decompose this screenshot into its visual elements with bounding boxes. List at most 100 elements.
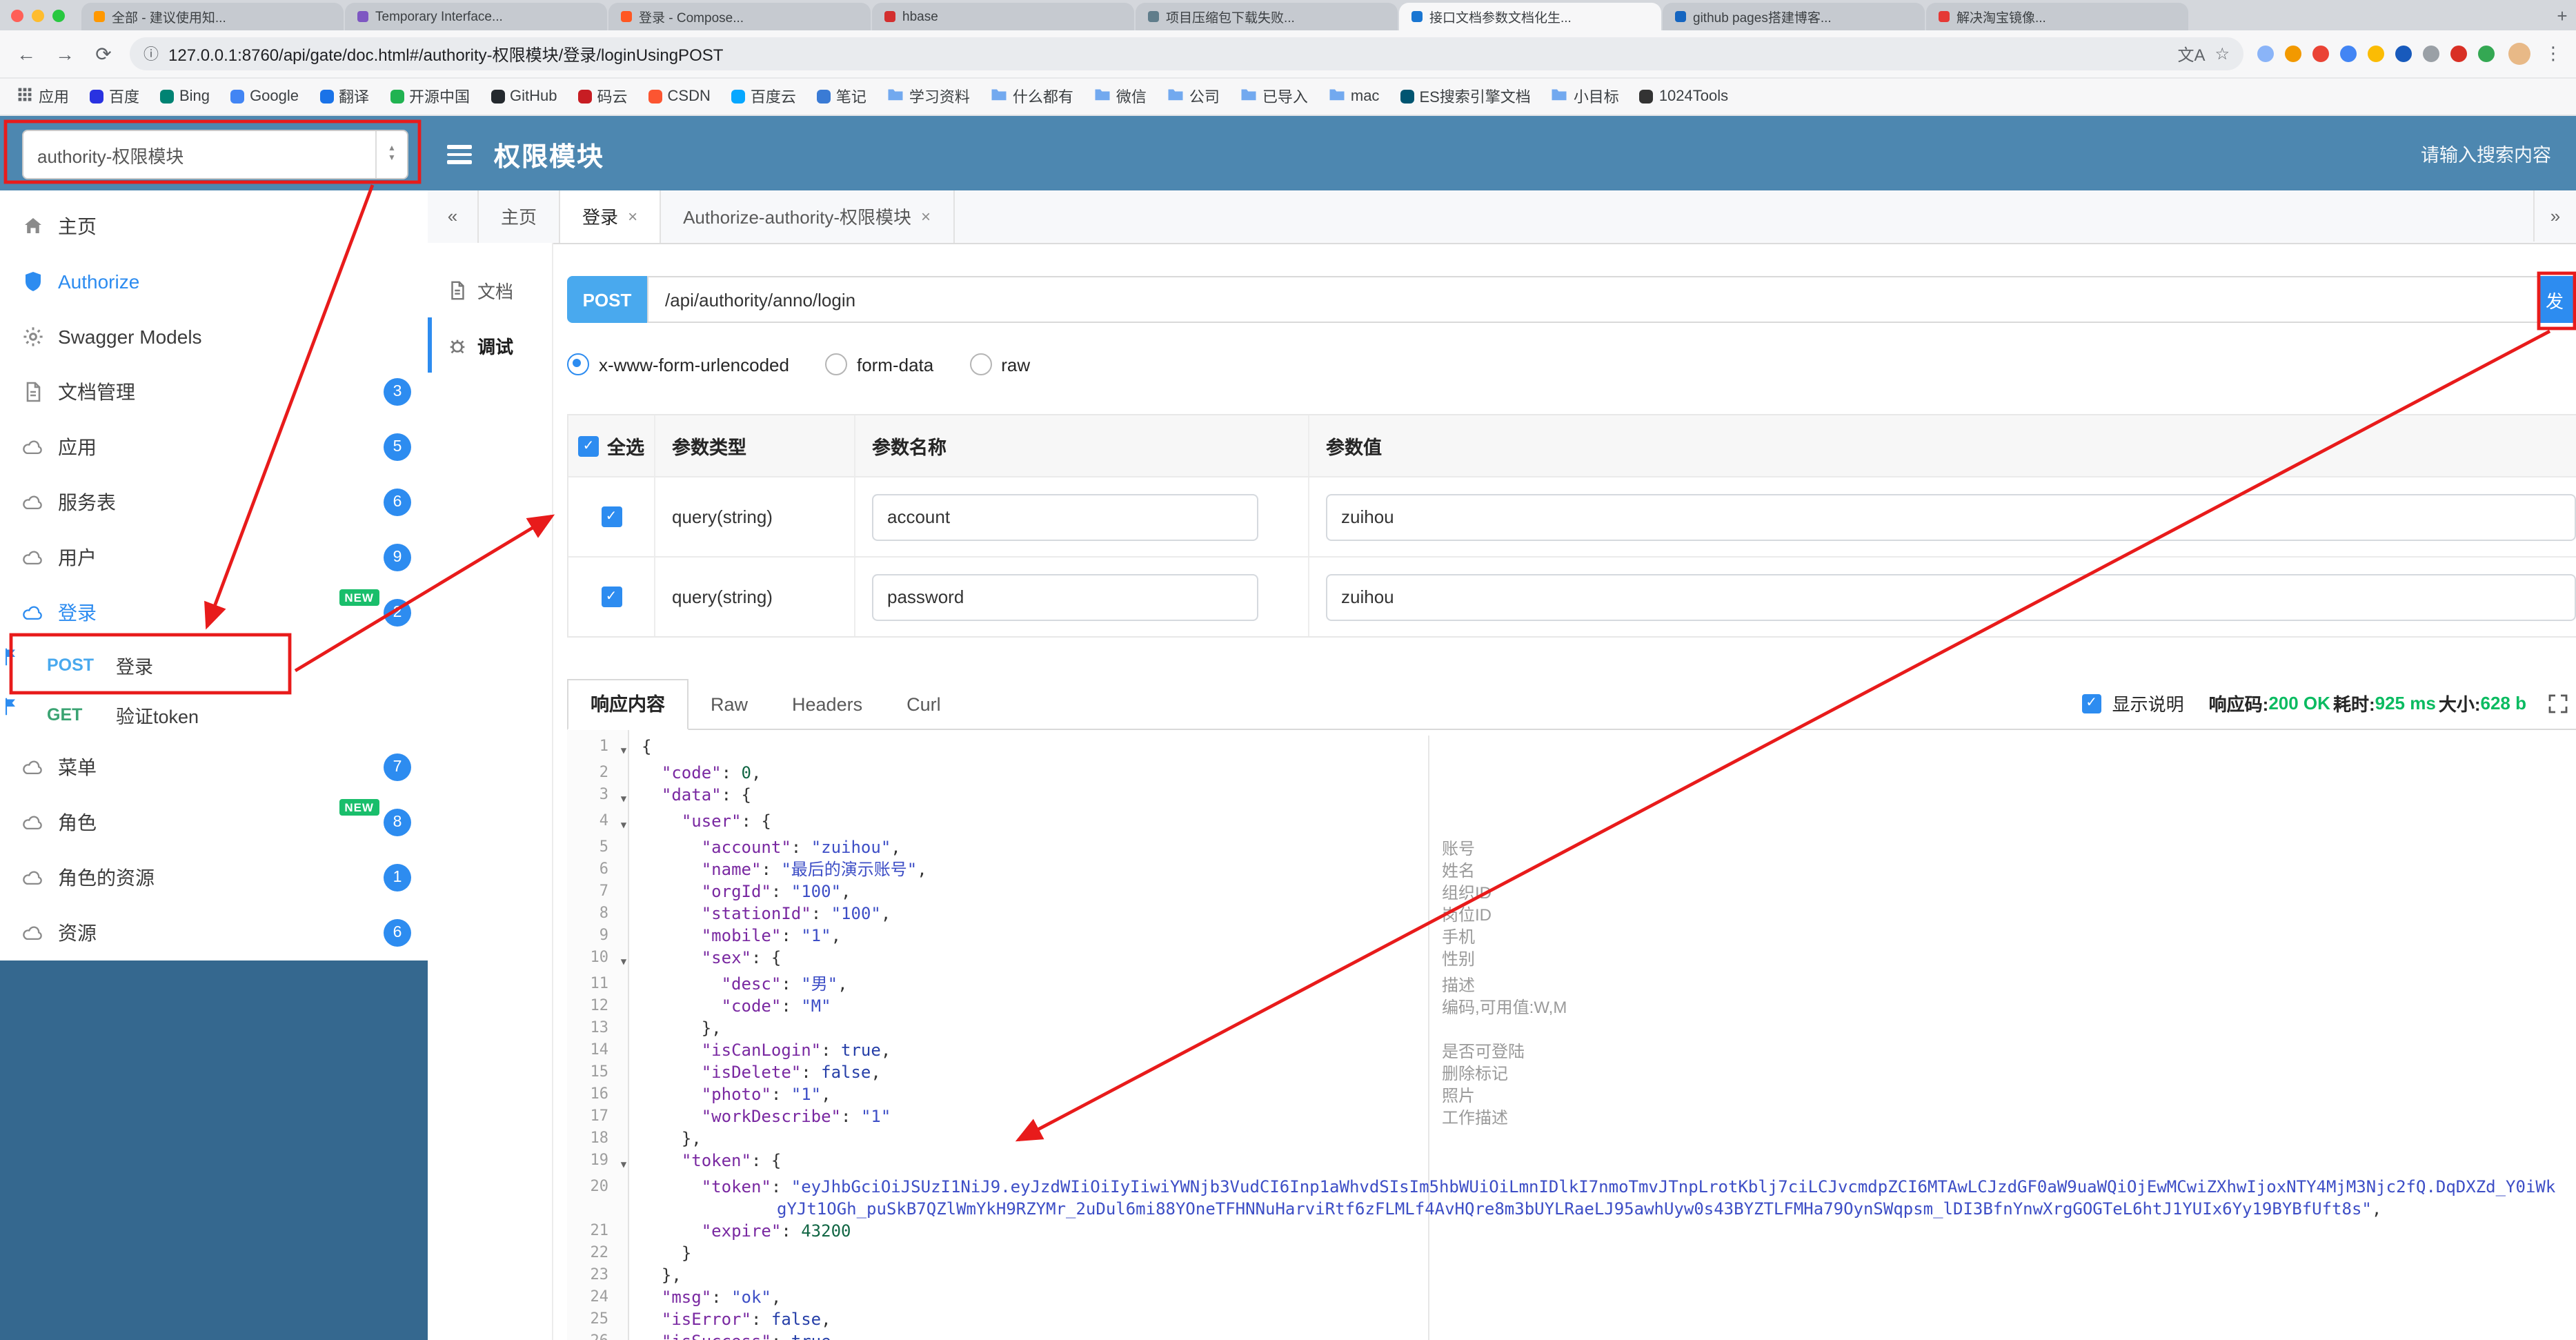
address-bar[interactable]: ⓘ 127.0.0.1:8760/api/gate/doc.html#/auth… [130,37,2243,70]
bookmark-item[interactable]: 微信 [1094,86,1147,108]
sidebar-item-角色[interactable]: 角色 NEW 8 [0,795,428,850]
fold-icon[interactable]: ▼ [614,1150,633,1176]
param-name-input[interactable] [872,573,1258,620]
extension-icon[interactable] [2340,46,2357,62]
bookmark-item[interactable]: 已导入 [1240,86,1308,108]
bookmark-item[interactable]: GitHub [491,88,557,105]
bookmark-item[interactable]: mac [1329,87,1379,106]
sidebar-endpoint-get[interactable]: GET 验证token [0,690,428,740]
sidebar-item-文档管理[interactable]: 文档管理 3 [0,364,428,420]
bookmark-item[interactable]: 公司 [1167,86,1220,108]
browser-tab[interactable]: 项目压缩包下载失败... [1136,3,1398,30]
tabs-expand-button[interactable]: » [2533,190,2576,242]
extension-icon[interactable] [2285,46,2301,62]
content-type-option[interactable]: form-data [824,353,933,375]
fold-icon[interactable]: ▼ [614,947,633,973]
tabs-collapse-button[interactable]: « [428,190,479,243]
fold-icon[interactable]: ▼ [614,784,633,810]
browser-tab[interactable]: 全部 - 建议使用知... [81,3,344,30]
content-tab[interactable]: 主页 [479,190,561,243]
fold-icon[interactable]: ▼ [614,736,633,762]
rail-item-文档[interactable]: 文档 [428,262,552,317]
sidebar-item-资源[interactable]: 资源 6 [0,905,428,960]
content-type-option[interactable]: raw [969,353,1030,375]
show-desc-checkbox[interactable]: ✓ [2081,693,2101,713]
row-checkbox[interactable]: ✓ [601,587,622,607]
extension-icon[interactable] [2395,46,2412,62]
page-info-icon[interactable]: ⓘ [143,43,159,65]
fold-icon[interactable]: ▼ [614,810,633,836]
sidebar-item-应用[interactable]: 应用 5 [0,420,428,475]
project-select[interactable]: authority-权限模块 ▲ ▼ [22,130,408,179]
close-tab-icon[interactable]: × [921,191,931,242]
bookmark-item[interactable]: Google [230,88,299,105]
rail-item-调试[interactable]: 调试 [428,317,552,373]
param-value-input[interactable] [1326,573,2576,620]
browser-tab[interactable]: hbase [872,3,1134,30]
bookmark-item[interactable]: ES搜索引擎文档 [1400,86,1531,108]
bookmark-item[interactable]: 翻译 [319,86,369,108]
browser-tab[interactable]: 接口文档参数文档化生... [1399,3,1661,30]
param-name-input[interactable] [872,493,1258,540]
reload-icon[interactable]: ⟳ [91,42,116,66]
bookmark-item[interactable]: 码云 [577,86,628,108]
browser-tab[interactable]: 解决淘宝镜像... [1926,3,2188,30]
bookmark-item[interactable]: 应用 [17,86,69,108]
bookmark-star-icon[interactable]: ☆ [2215,44,2230,63]
select-all-checkbox[interactable]: ✓ [578,435,599,456]
window-controls[interactable] [11,0,81,30]
browser-menu-icon[interactable]: ⋮ [2544,43,2562,65]
extension-icon[interactable] [2450,46,2467,62]
response-tab-响应内容[interactable]: 响应内容 [567,679,688,730]
new-tab-button[interactable]: + [2548,3,2576,30]
extension-icon[interactable] [2368,46,2384,62]
browser-tab[interactable]: github pages搭建博客... [1663,3,1925,30]
bookmark-item[interactable]: 百度 [90,86,139,108]
request-url-input[interactable]: /api/authority/anno/login [647,276,2543,323]
sidebar-item-服务表[interactable]: 服务表 6 [0,475,428,530]
profile-avatar[interactable] [2508,43,2530,65]
response-tab-Curl[interactable]: Curl [884,680,963,729]
param-value-input[interactable] [1326,493,2576,540]
sidebar-item-Authorize[interactable]: Authorize [0,254,428,309]
bookmark-item[interactable]: 什么都有 [991,86,1073,108]
translate-icon[interactable]: 文A [2177,42,2205,66]
content-tab[interactable]: 登录 × [560,190,662,243]
bookmark-item[interactable]: Bing [160,88,210,105]
sidebar-item-用户[interactable]: 用户 9 [0,530,428,585]
response-tab-Headers[interactable]: Headers [770,680,884,729]
zoom-window-icon[interactable] [52,9,65,21]
bookmark-item[interactable]: 1024Tools [1639,88,1728,105]
forward-icon[interactable]: → [52,43,77,65]
extension-icon[interactable] [2312,46,2329,62]
close-tab-icon[interactable]: × [628,191,637,242]
browser-tab[interactable]: 登录 - Compose... [608,3,871,30]
sidebar-item-Swagger Models[interactable]: Swagger Models [0,309,428,364]
bookmark-item[interactable]: 百度云 [731,86,796,108]
minimize-window-icon[interactable] [32,9,44,21]
row-checkbox[interactable]: ✓ [601,506,622,527]
content-type-option[interactable]: x-www-form-urlencoded [567,353,789,375]
fullscreen-icon[interactable] [2548,693,2568,713]
header-search-input[interactable] [2369,143,2554,166]
bookmark-item[interactable]: 小目标 [1552,86,1619,108]
back-icon[interactable]: ← [14,43,39,65]
close-window-icon[interactable] [11,9,23,21]
response-tab-Raw[interactable]: Raw [688,680,770,729]
bookmark-item[interactable]: CSDN [648,88,711,105]
content-tab[interactable]: Authorize-authority-权限模块 × [661,190,955,243]
send-button[interactable]: 发 [2539,276,2576,323]
sidebar-item-角色的资源[interactable]: 角色的资源 1 [0,850,428,905]
sidebar-item-登录[interactable]: 登录 NEW 2 [0,585,428,640]
sidebar-endpoint-post[interactable]: POST 登录 [0,640,428,690]
bookmark-item[interactable]: 笔记 [816,86,866,108]
extension-icon[interactable] [2423,46,2439,62]
extension-icon[interactable] [2257,46,2274,62]
bookmark-item[interactable]: 学习资料 [887,86,970,108]
extension-icon[interactable] [2478,46,2495,62]
bookmark-item[interactable]: 开源中国 [390,86,470,108]
sidebar-item-主页[interactable]: 主页 [0,199,428,254]
sidebar-item-菜单[interactable]: 菜单 7 [0,740,428,795]
browser-tab[interactable]: Temporary Interface... [345,3,607,30]
hamburger-icon[interactable] [447,145,472,164]
